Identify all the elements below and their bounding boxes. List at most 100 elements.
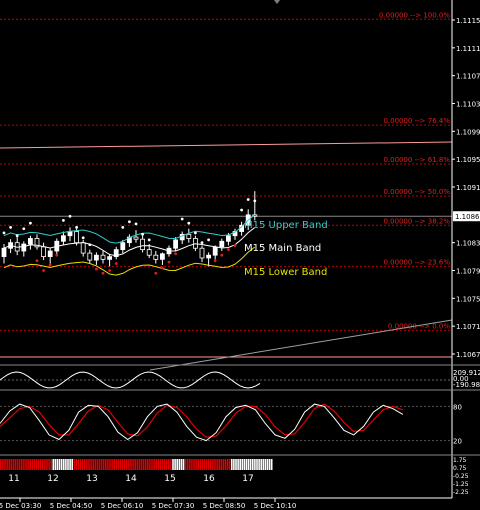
candle-body	[159, 253, 165, 260]
strip-bar	[105, 459, 107, 470]
stoch-axis-label: 80	[453, 403, 462, 411]
price-axis-label: 1.10670	[456, 351, 480, 359]
signal-dot	[200, 241, 204, 245]
strip-bar	[44, 459, 46, 470]
strip-bar	[79, 459, 82, 470]
strip-bar	[16, 459, 19, 470]
cci-panel: 209.9120.00-190.984	[0, 369, 480, 389]
price-panel: 0.00000 --> 100.0% 0.00000 --> 76.4% 0.000…	[0, 11, 453, 371]
strip-bar	[165, 459, 168, 470]
price-axis-label: 1.10790	[456, 268, 480, 276]
strip-bar	[247, 459, 250, 470]
signal-dot	[246, 198, 250, 201]
strip-bar	[207, 459, 210, 470]
strip-bar	[172, 459, 174, 470]
strip-bar	[52, 459, 55, 470]
day-label: 13	[86, 474, 97, 484]
day-label: 14	[125, 474, 137, 484]
signal-dot	[194, 231, 197, 235]
strip-bar	[180, 459, 183, 470]
candle-body	[133, 236, 139, 240]
strip-bar	[115, 459, 118, 470]
axes: 1.11150 1.11110 1.11070 1.11030 1.10990 1.109…	[0, 0, 480, 510]
strip-bar	[98, 459, 101, 470]
strip-bar	[218, 459, 220, 470]
strip-bar	[237, 459, 239, 470]
strip-bar	[233, 459, 235, 470]
signal-dot	[240, 208, 244, 212]
strip-bar	[136, 459, 139, 470]
strip-bar	[71, 459, 73, 470]
strip-bar	[60, 459, 63, 470]
signal-dot	[147, 238, 151, 242]
signal-dot	[35, 259, 39, 263]
price-axis-label: 1.10830	[456, 240, 480, 248]
strip-bar	[31, 459, 34, 470]
strip-bar	[117, 459, 120, 470]
strip-bar	[90, 459, 92, 470]
strip-bar	[201, 459, 204, 470]
signal-dot	[95, 267, 98, 271]
signal-dot	[114, 262, 118, 265]
price-axis-label: 1.10990	[456, 128, 480, 136]
signal-dot	[134, 222, 138, 226]
strip-bar	[186, 459, 189, 470]
fib-level-label: 0.00000 --> 38.2%	[383, 217, 450, 225]
signal-strip-panel: 1.750.75-0.25-1.25-2.25	[0, 457, 469, 496]
signal-dot	[121, 225, 125, 229]
price-axis-label: 1.10910	[456, 184, 480, 192]
strip-bar	[37, 459, 40, 470]
signal-dot	[75, 225, 78, 229]
resistance-trendline	[0, 141, 453, 149]
signal-dot	[81, 236, 85, 240]
candle-body	[212, 246, 218, 256]
day-label: 15	[164, 474, 175, 484]
strip-bar	[111, 459, 113, 470]
strip-bar	[197, 459, 199, 470]
strip-bar	[75, 459, 78, 470]
time-axis-label: 5 Dec 10:10	[254, 502, 297, 510]
strip-bar	[140, 459, 143, 470]
strip-bar	[0, 459, 2, 470]
time-axis-label: 5 Dec 06:10	[101, 502, 144, 510]
candle-body	[146, 249, 152, 256]
strip-bar	[163, 459, 166, 470]
candle-body	[47, 250, 53, 257]
chart-shift-marker-icon	[274, 0, 280, 4]
day-label: 12	[47, 474, 58, 484]
signal-dot	[2, 231, 6, 235]
strip-bar	[121, 459, 124, 470]
strip-bar	[254, 459, 256, 470]
strip-bar	[25, 459, 27, 470]
strip-bar	[86, 459, 88, 470]
strip-bar	[270, 459, 273, 470]
strip-bar	[262, 459, 265, 470]
fib-level-label: 0.00000 --> 50.0%	[383, 188, 450, 196]
strip-bar	[170, 459, 172, 470]
strip-bar	[155, 459, 157, 470]
strip-bar	[56, 459, 59, 470]
strip-axis-label: 1.75	[453, 457, 467, 464]
strip-bar	[102, 459, 105, 470]
strip-bar	[157, 459, 160, 470]
signal-dot	[154, 271, 158, 275]
strip-bar	[77, 459, 80, 470]
fib-level-label: 0.00000 --> 23.6%	[383, 258, 450, 266]
candle-body	[107, 256, 112, 260]
time-axis-label: 5 Dec 08:50	[203, 502, 246, 510]
strip-bar	[65, 459, 67, 470]
stochastic-panel: 80 20	[0, 403, 462, 446]
strip-bar	[161, 459, 164, 470]
price-axis-label: 1.10750	[456, 295, 480, 303]
signal-dot	[88, 243, 92, 247]
strip-bar	[256, 459, 258, 470]
strip-bar	[224, 459, 227, 470]
strip-bar	[159, 459, 162, 470]
day-label: 16	[203, 474, 215, 484]
main-band-label: M15 Main Band	[244, 243, 321, 254]
strip-bar	[107, 459, 109, 470]
time-axis-label: 5 Dec 04:50	[50, 502, 93, 510]
strip-bar	[96, 459, 99, 470]
price-axis-label: 1.11110	[456, 45, 480, 53]
diagonal-trendline	[149, 319, 453, 371]
